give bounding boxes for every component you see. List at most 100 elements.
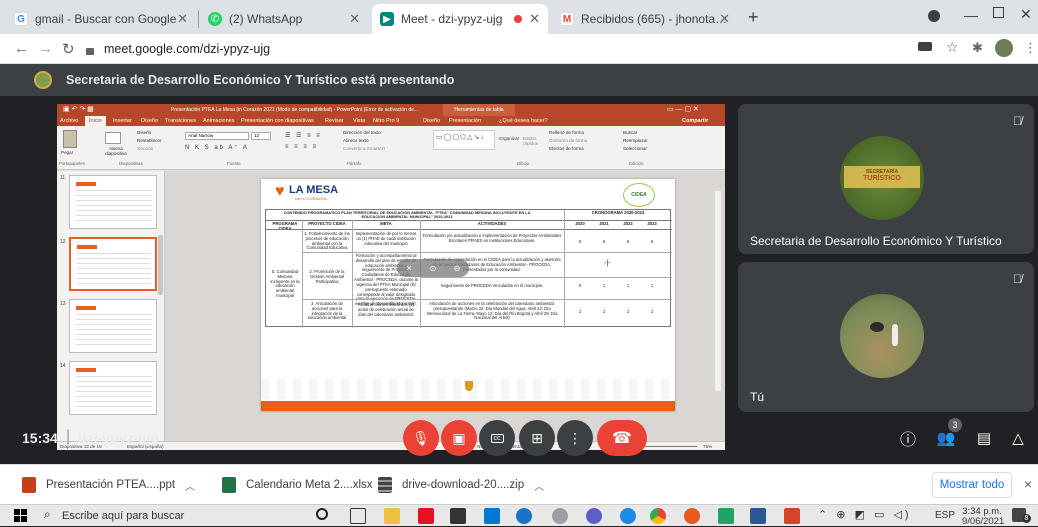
ribbon-tab-nitro[interactable]: Nitro Pro 9 <box>373 118 399 124</box>
ribbon-tab-presentacion-tabla[interactable]: Presentación <box>449 118 481 124</box>
remove-icon[interactable]: ⊖ <box>454 264 461 273</box>
opera-icon[interactable] <box>684 508 700 524</box>
minimize-window-icon[interactable]: — <box>964 7 978 23</box>
maximize-window-icon[interactable] <box>993 7 1004 18</box>
cortana-icon[interactable] <box>316 508 328 520</box>
windows-start-icon[interactable] <box>14 509 28 523</box>
meeting-details-button[interactable]: ⓘ <box>890 420 926 456</box>
ribbon-tab-inicio[interactable]: Inicio <box>85 116 106 126</box>
download-item-xlsx[interactable]: Calendario Meta 2....xlsx ︿ <box>222 475 393 495</box>
ribbon-tab-archivo[interactable]: Archivo <box>60 118 78 124</box>
close-tab-icon[interactable]: ✕ <box>529 11 540 27</box>
bookmark-star-icon[interactable]: ☆ <box>946 39 959 56</box>
chat-button[interactable]: ▤ <box>966 420 1002 456</box>
leave-call-button[interactable]: ☎ <box>597 420 647 456</box>
app-icon[interactable] <box>586 508 602 524</box>
presenter-hover-controls[interactable]: ✕ ⊙ ⊖ <box>397 259 469 277</box>
align-icons[interactable]: ≡ ≡ ≡ ≡ <box>285 144 318 150</box>
slide-thumbnail[interactable] <box>69 299 157 353</box>
replace-button[interactable]: Reemplazar <box>623 138 648 143</box>
app-icon[interactable] <box>552 508 568 524</box>
pin-icon[interactable]: ⊙ <box>430 264 437 273</box>
chevron-up-icon[interactable]: ︿ <box>534 478 544 493</box>
shapes-gallery[interactable]: ▭◯▢⬠△↘↓ <box>433 130 495 150</box>
close-window-icon[interactable]: ✕ <box>1020 6 1032 23</box>
address-bar[interactable]: meet.google.com/dzi-ypyz-ujg <box>86 38 906 60</box>
new-tab-button[interactable]: + <box>748 7 759 28</box>
select-button[interactable]: Seleccionar <box>623 146 647 151</box>
present-now-button[interactable]: ⊞ <box>519 420 555 456</box>
close-tab-icon[interactable]: ✕ <box>719 11 730 27</box>
download-item-zip[interactable]: drive-download-20....zip ︿ <box>378 475 544 495</box>
word-taskbar-icon[interactable] <box>750 508 766 524</box>
participants-button[interactable]: 👥 3 <box>928 418 964 456</box>
thumbnails-scrollbar[interactable] <box>158 235 163 295</box>
show-all-downloads-button[interactable]: Mostrar todo <box>932 472 1012 498</box>
ribbon-tab-vista[interactable]: Vista <box>353 118 365 124</box>
more-options-button[interactable]: ⋮ <box>557 420 593 456</box>
reset-button[interactable]: Restablecer <box>137 138 162 143</box>
new-slide-icon[interactable] <box>105 132 121 144</box>
font-size-select[interactable]: 12 <box>251 132 271 140</box>
meeting-code[interactable]: dzi-ypyz-ujg <box>78 430 159 446</box>
ribbon-tab-animaciones[interactable]: Animaciones <box>203 118 235 124</box>
paste-icon[interactable] <box>63 130 77 148</box>
file-explorer-icon[interactable] <box>384 508 400 524</box>
layout-button[interactable]: Diseño <box>137 130 151 135</box>
close-tab-icon[interactable]: ✕ <box>177 11 188 27</box>
ribbon-tab-revisar[interactable]: Revisar <box>325 118 344 124</box>
chevron-up-icon[interactable]: ︿ <box>185 478 195 493</box>
camera-in-use-icon[interactable] <box>918 42 932 51</box>
ribbon-tab-insertar[interactable]: Insertar <box>113 118 132 124</box>
section-button[interactable]: Sección <box>137 146 153 151</box>
taskbar-date[interactable]: 9/06/2021 <box>962 516 1004 527</box>
align-text-button[interactable]: Alinear texto <box>343 138 369 143</box>
task-view-icon[interactable] <box>350 508 366 524</box>
extensions-puzzle-icon[interactable]: ✱ <box>972 40 983 56</box>
profile-dot-icon[interactable] <box>928 10 940 22</box>
font-family-select[interactable]: Arial Narrow <box>185 132 249 140</box>
browser-tab-meet[interactable]: ▶ Meet - dzi-ypyz-ujg ✕ <box>372 4 548 34</box>
ribbon-tab-transiciones[interactable]: Transiciones <box>165 118 196 124</box>
input-language[interactable]: ESP <box>935 510 955 521</box>
shape-effects-button[interactable]: Efectos de forma <box>549 146 584 151</box>
camera-toggle-button[interactable]: ▣ <box>441 420 477 456</box>
slide-thumbnail-selected[interactable] <box>69 237 157 291</box>
current-slide[interactable]: ♥ LA MESA con el CORAZÓN CIDEA CONTENIDO… <box>261 179 675 411</box>
app-icon[interactable] <box>620 508 636 524</box>
shape-outline-button[interactable]: Contorno de forma <box>549 138 587 143</box>
system-tray-icons[interactable]: ⌃ ⊕ ◩ ▭ ◁) <box>818 508 912 521</box>
bag-app-icon[interactable] <box>450 508 466 524</box>
store-icon[interactable] <box>418 508 434 524</box>
paragraph-icons[interactable]: ☰ ☰ ≡ ≡ <box>285 132 322 139</box>
font-format-icons[interactable]: N K S ab A⁺ A <box>185 144 249 151</box>
mail-app-icon[interactable] <box>516 508 532 524</box>
reload-icon[interactable]: ↻ <box>62 40 75 58</box>
activities-button[interactable]: △ <box>1000 420 1036 456</box>
chrome-icon[interactable] <box>650 508 666 524</box>
back-arrow-icon[interactable]: ← <box>14 40 29 57</box>
close-downloads-icon[interactable]: × <box>1024 476 1032 492</box>
participant-tile-self[interactable]: 🎙̸ Tú <box>738 262 1034 412</box>
browser-tab-google-search[interactable]: G gmail - Buscar con Google ✕ <box>6 4 196 34</box>
find-button[interactable]: Buscar <box>623 130 637 135</box>
ribbon-search[interactable]: ¿Qué desea hacer? <box>499 118 548 124</box>
captions-button[interactable]: cc <box>479 420 515 456</box>
arrange-button[interactable]: Organizar <box>499 136 519 141</box>
powerpoint-taskbar-icon[interactable] <box>784 508 800 524</box>
browser-tab-gmail[interactable]: M Recibidos (665) - jhonotabo@gm ✕ <box>552 4 738 34</box>
shape-fill-button[interactable]: Relleno de forma <box>549 130 584 135</box>
text-direction-button[interactable]: Dirección del texto <box>343 130 381 135</box>
forward-arrow-icon[interactable]: → <box>38 40 53 57</box>
participant-tile-secretaria[interactable]: 🎙̸ SECRETARÍA TURÍSTICO Secretaria de De… <box>738 104 1034 254</box>
ppt-window-controls-icon[interactable]: ▭ — ▢ ✕ <box>667 105 699 113</box>
slide-thumbnail[interactable] <box>69 175 157 229</box>
browser-menu-icon[interactable]: ⋮ <box>1024 40 1037 56</box>
profile-avatar[interactable] <box>995 39 1013 57</box>
browser-tab-whatsapp[interactable]: ✆ (2) WhatsApp ✕ <box>200 4 368 34</box>
microphone-toggle-button[interactable]: 🎙 <box>403 420 439 456</box>
ribbon-tab-diseno-tabla[interactable]: Diseño <box>423 118 440 124</box>
blue-app-icon[interactable] <box>484 508 500 524</box>
taskbar-search-box[interactable]: Escribe aquí para buscar <box>62 510 184 522</box>
ppt-quick-access-icons[interactable]: ▣ ↶ ↷ ▦ <box>63 105 94 113</box>
